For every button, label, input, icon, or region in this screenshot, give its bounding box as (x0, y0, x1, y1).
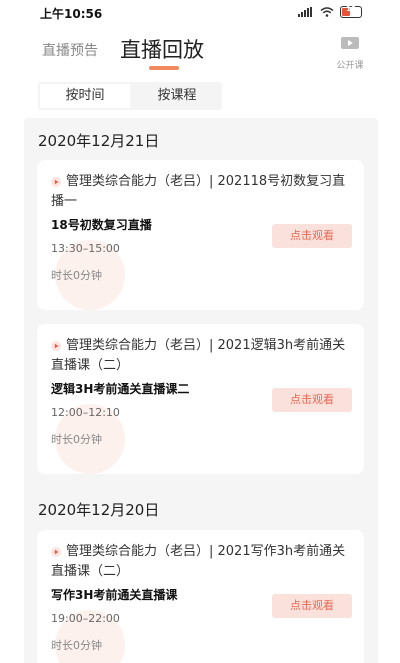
battery-level: 18 (346, 5, 356, 13)
lesson-title: 18号初数复习直播 (51, 218, 152, 232)
watch-button[interactable]: 点击观看 (272, 224, 352, 248)
watch-button[interactable]: 点击观看 (272, 388, 352, 412)
header: 直播预告 直播回放 公开课 (0, 28, 400, 78)
video-icon (341, 37, 359, 49)
lesson-time: 19:00–22:00 (51, 612, 120, 625)
status-time: 上午10:56 (40, 7, 103, 21)
status-bar: 上午10:56 18 (0, 0, 400, 26)
watch-button[interactable]: 点击观看 (272, 594, 352, 618)
filter-tabs: 按时间 按课程 (38, 82, 222, 110)
date-heading: 2020年12月21日 (38, 132, 160, 150)
open-class-label: 公开课 (336, 61, 364, 71)
signal-icon (298, 7, 312, 17)
active-tab-indicator (149, 66, 179, 70)
lesson-time: 12:00–12:10 (51, 406, 120, 419)
replay-card[interactable]: 管理类综合能力（老吕）| 202118号初数复习直播一 18号初数复习直播 13… (37, 160, 364, 310)
course-title: 管理类综合能力（老吕）| 2021写作3h考前通关直播课（二） (51, 542, 351, 582)
wifi-icon (320, 7, 334, 17)
replay-list[interactable]: 2020年12月21日 管理类综合能力（老吕）| 202118号初数复习直播一 … (24, 118, 378, 663)
course-title-text: 管理类综合能力（老吕）| 2021逻辑3h考前通关直播课（二） (51, 338, 346, 373)
battery-icon: 18 (340, 5, 362, 18)
play-icon (51, 546, 61, 557)
replay-card[interactable]: 管理类综合能力（老吕）| 2021逻辑3h考前通关直播课（二） 逻辑3H考前通关… (37, 324, 364, 474)
tab-live-preview[interactable]: 直播预告 (42, 40, 98, 60)
tab-live-replay[interactable]: 直播回放 (120, 34, 204, 64)
play-icon (51, 176, 61, 187)
lesson-duration: 时长0分钟 (51, 269, 102, 282)
course-title-text: 管理类综合能力（老吕）| 202118号初数复习直播一 (51, 174, 346, 209)
open-class-button[interactable]: 公开课 (332, 37, 368, 72)
filter-by-time[interactable]: 按时间 (40, 84, 130, 108)
lesson-duration: 时长0分钟 (51, 433, 102, 446)
course-title: 管理类综合能力（老吕）| 2021逻辑3h考前通关直播课（二） (51, 336, 351, 376)
lesson-time: 13:30–15:00 (51, 242, 120, 255)
lesson-duration: 时长0分钟 (51, 639, 102, 652)
replay-card[interactable]: 管理类综合能力（老吕）| 2021写作3h考前通关直播课（二） 写作3H考前通关… (37, 530, 364, 663)
play-icon (51, 340, 61, 351)
date-heading: 2020年12月20日 (38, 501, 160, 519)
status-icons: 18 (298, 5, 362, 18)
course-title: 管理类综合能力（老吕）| 202118号初数复习直播一 (51, 172, 351, 212)
filter-by-course[interactable]: 按课程 (132, 82, 222, 110)
lesson-title: 逻辑3H考前通关直播课二 (51, 382, 190, 396)
course-title-text: 管理类综合能力（老吕）| 2021写作3h考前通关直播课（二） (51, 544, 346, 579)
lesson-title: 写作3H考前通关直播课 (51, 588, 178, 602)
